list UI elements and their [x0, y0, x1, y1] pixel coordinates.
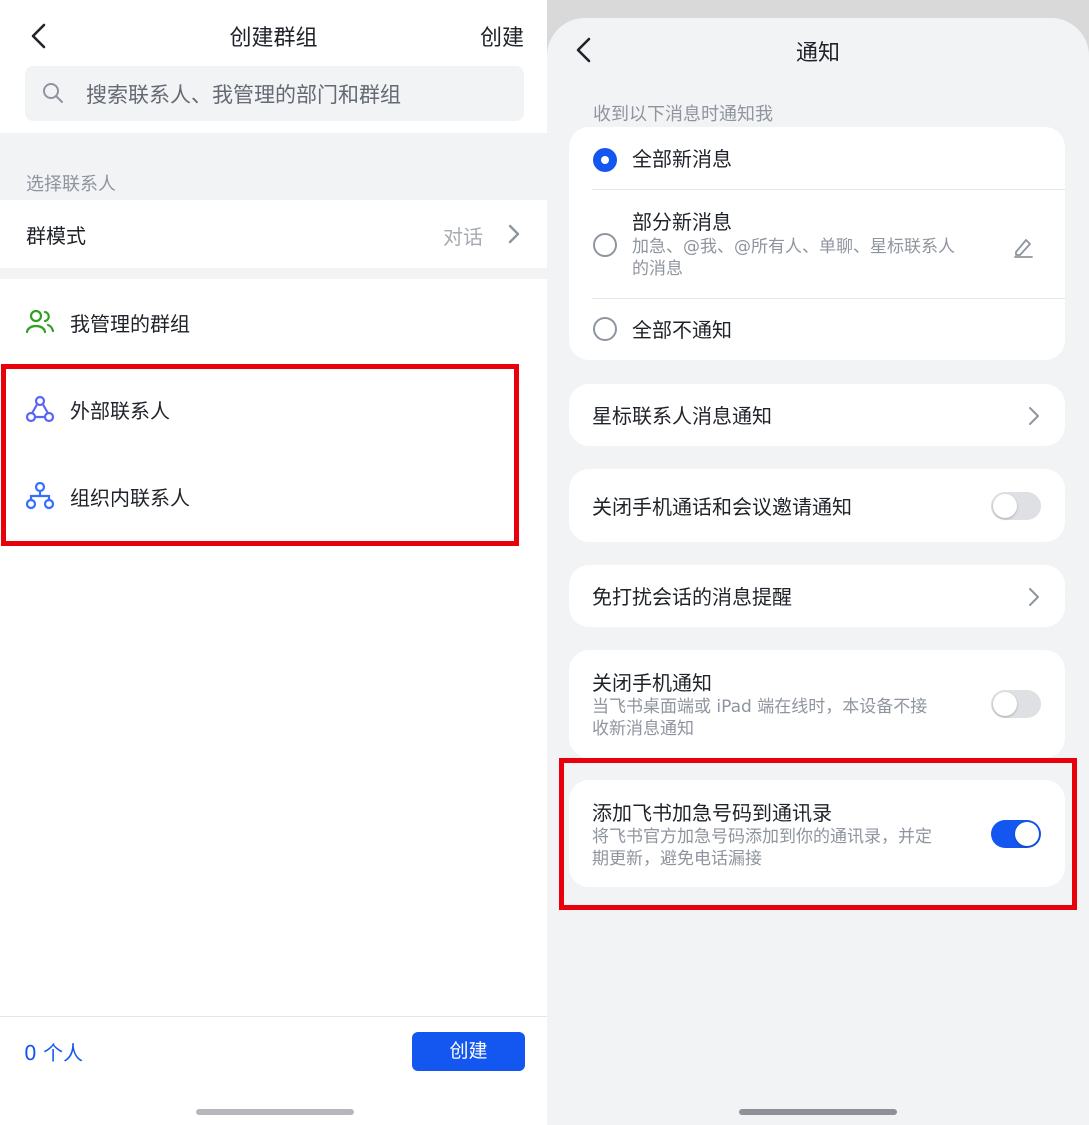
search-placeholder: 搜索联系人、我管理的部门和群组: [86, 83, 401, 107]
close-phone-row: 关闭手机通知 当飞书桌面端或 iPad 端在线时，本设备不接 收新消息通知: [569, 650, 1065, 758]
section-label: 选择联系人: [26, 174, 116, 195]
footer-divider: [0, 1016, 547, 1017]
radio-unselected[interactable]: [593, 233, 617, 257]
chevron-right-icon: [507, 223, 521, 245]
home-indicator: [739, 1109, 897, 1115]
section-band: [0, 268, 547, 279]
group-mode-value: 对话: [443, 225, 483, 249]
option-all-messages[interactable]: 全部新消息: [569, 127, 1065, 189]
row-desc: 当飞书桌面端或 iPad 端在线时，本设备不接: [592, 697, 928, 717]
row-label: 关闭手机通话和会议邀请通知: [592, 495, 852, 519]
home-indicator: [196, 1109, 354, 1115]
group-mode-label: 群模式: [26, 224, 86, 248]
create-button[interactable]: 创建: [412, 1032, 525, 1071]
highlight-box: [559, 758, 1077, 910]
search-icon: [42, 82, 64, 104]
dnd-reminder-row[interactable]: 免打扰会话的消息提醒: [569, 565, 1065, 627]
row-label: 免打扰会话的消息提醒: [592, 585, 792, 609]
notify-options-card: 全部新消息 部分新消息 加急、@我、@所有人、单聊、星标联系人 的消息 全部不通…: [569, 127, 1065, 360]
row-label: 关闭手机通知: [592, 671, 712, 695]
page-title: 创建群组: [229, 26, 318, 51]
selected-count: 0 个人: [24, 1041, 84, 1065]
highlight-box: [1, 364, 519, 546]
close-call-toggle[interactable]: [991, 492, 1041, 520]
edit-icon[interactable]: [1012, 236, 1034, 258]
option-none[interactable]: 全部不通知: [569, 299, 1065, 360]
chevron-right-icon: [1027, 405, 1041, 427]
option-desc: 加急、@我、@所有人、单聊、星标联系人: [632, 237, 955, 257]
row-label: 星标联系人消息通知: [592, 404, 772, 428]
page-title: 通知: [795, 41, 840, 66]
close-phone-toggle[interactable]: [991, 690, 1041, 718]
option-label: 全部新消息: [632, 147, 732, 171]
create-link[interactable]: 创建: [480, 20, 524, 52]
radio-selected[interactable]: [593, 148, 617, 172]
notification-screen: 通知 收到以下消息时通知我 全部新消息 部分新消息 加急、@我、@所有人、单聊、…: [547, 0, 1089, 1125]
chevron-right-icon: [1027, 586, 1041, 608]
group-mode-row[interactable]: 群模式 对话: [0, 200, 547, 268]
close-call-row: 关闭手机通话和会议邀请通知: [569, 469, 1065, 542]
people-icon: [25, 309, 55, 335]
option-label: 部分新消息: [632, 210, 732, 234]
row-desc-line2: 收新消息通知: [592, 719, 694, 739]
list-item-managed-groups[interactable]: 我管理的群组: [0, 279, 547, 365]
star-contacts-row[interactable]: 星标联系人消息通知: [569, 384, 1065, 446]
create-group-screen: 创建群组 创建 搜索联系人、我管理的部门和群组 选择联系人 群模式 对话 我管理…: [0, 0, 547, 1125]
search-input[interactable]: 搜索联系人、我管理的部门和群组: [25, 66, 524, 121]
notification-sheet: 通知 收到以下消息时通知我 全部新消息 部分新消息 加急、@我、@所有人、单聊、…: [547, 18, 1089, 1125]
radio-unselected[interactable]: [593, 317, 617, 341]
list-item-label: 我管理的群组: [70, 312, 190, 336]
section-label: 收到以下消息时通知我: [593, 104, 773, 125]
option-desc-line2: 的消息: [632, 259, 683, 279]
option-label: 全部不通知: [632, 318, 732, 342]
option-some-messages[interactable]: 部分新消息 加急、@我、@所有人、单聊、星标联系人 的消息: [569, 190, 1065, 298]
create-button-label: 创建: [449, 1040, 488, 1062]
